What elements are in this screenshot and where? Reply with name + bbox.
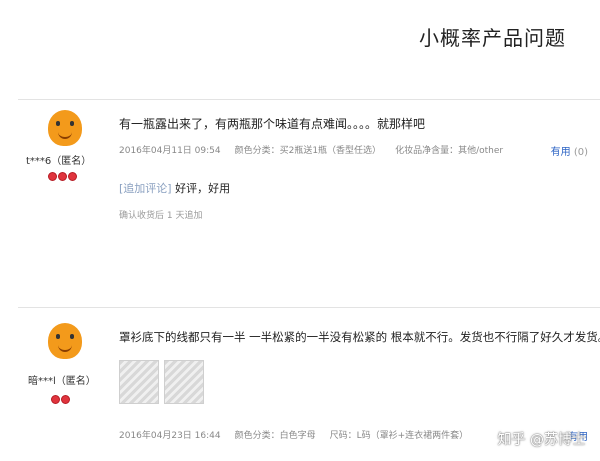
heart-badge-icon — [68, 172, 77, 181]
username[interactable]: t***6（匿名） — [26, 152, 91, 167]
review-text: 有一瓶露出来了，有两瓶那个味道有点难闻。。。。就那样吧 — [119, 117, 426, 131]
review-category: 颜色分类：买2瓶送1瓶（香型任选） — [234, 146, 382, 156]
heart-badge-icon — [61, 395, 70, 404]
useful-label[interactable]: 有用 — [551, 147, 571, 158]
review-meta: 2016年04月11日 09:54 颜色分类：买2瓶送1瓶（香型任选） 化妆品净含量… — [119, 143, 517, 156]
review-text: 罩衫底下的线都只有一半 一半松紧的一半没有松紧的 根本就不行。发货也不行隔了好久… — [119, 330, 600, 344]
divider-top — [18, 99, 600, 100]
review-category: 颜色分类：白色字母 — [234, 431, 316, 441]
heart-badge-icon — [48, 172, 57, 181]
review-meta: 2016年04月23日 16:44 颜色分类：白色字母 尺码：L码（罩衫+连衣裙两件… — [119, 428, 482, 441]
user-avatar[interactable] — [48, 323, 82, 359]
user-level-badges — [51, 395, 70, 404]
useful-button[interactable]: 有用 (0) — [551, 143, 588, 158]
slide-title: 小概率产品问题 — [419, 26, 566, 50]
append-label: [追加评论] — [119, 182, 172, 195]
append-review: [追加评论] 好评，好用 — [119, 180, 230, 196]
user-avatar[interactable] — [48, 110, 82, 146]
heart-badge-icon — [51, 395, 60, 404]
review-spec: 化妆品净含量：其他/other — [395, 146, 504, 156]
review-date: 2016年04月23日 16:44 — [119, 431, 221, 441]
review-photo-thumbnail[interactable] — [164, 360, 204, 404]
append-text: 好评，好用 — [175, 182, 231, 195]
useful-count: (0) — [573, 147, 588, 158]
review-spec: 尺码：L码（罩衫+连衣裙两件套） — [329, 431, 469, 441]
user-level-badges — [48, 172, 77, 181]
review-photo-thumbnail[interactable] — [119, 360, 159, 404]
watermark: 知乎 @苏博士 — [497, 432, 586, 448]
append-note: 确认收货后 1 天追加 — [119, 211, 203, 221]
divider-middle — [18, 307, 600, 308]
username[interactable]: 暗***l（匿名） — [28, 372, 96, 387]
heart-badge-icon — [58, 172, 67, 181]
review-date: 2016年04月11日 09:54 — [119, 146, 221, 156]
